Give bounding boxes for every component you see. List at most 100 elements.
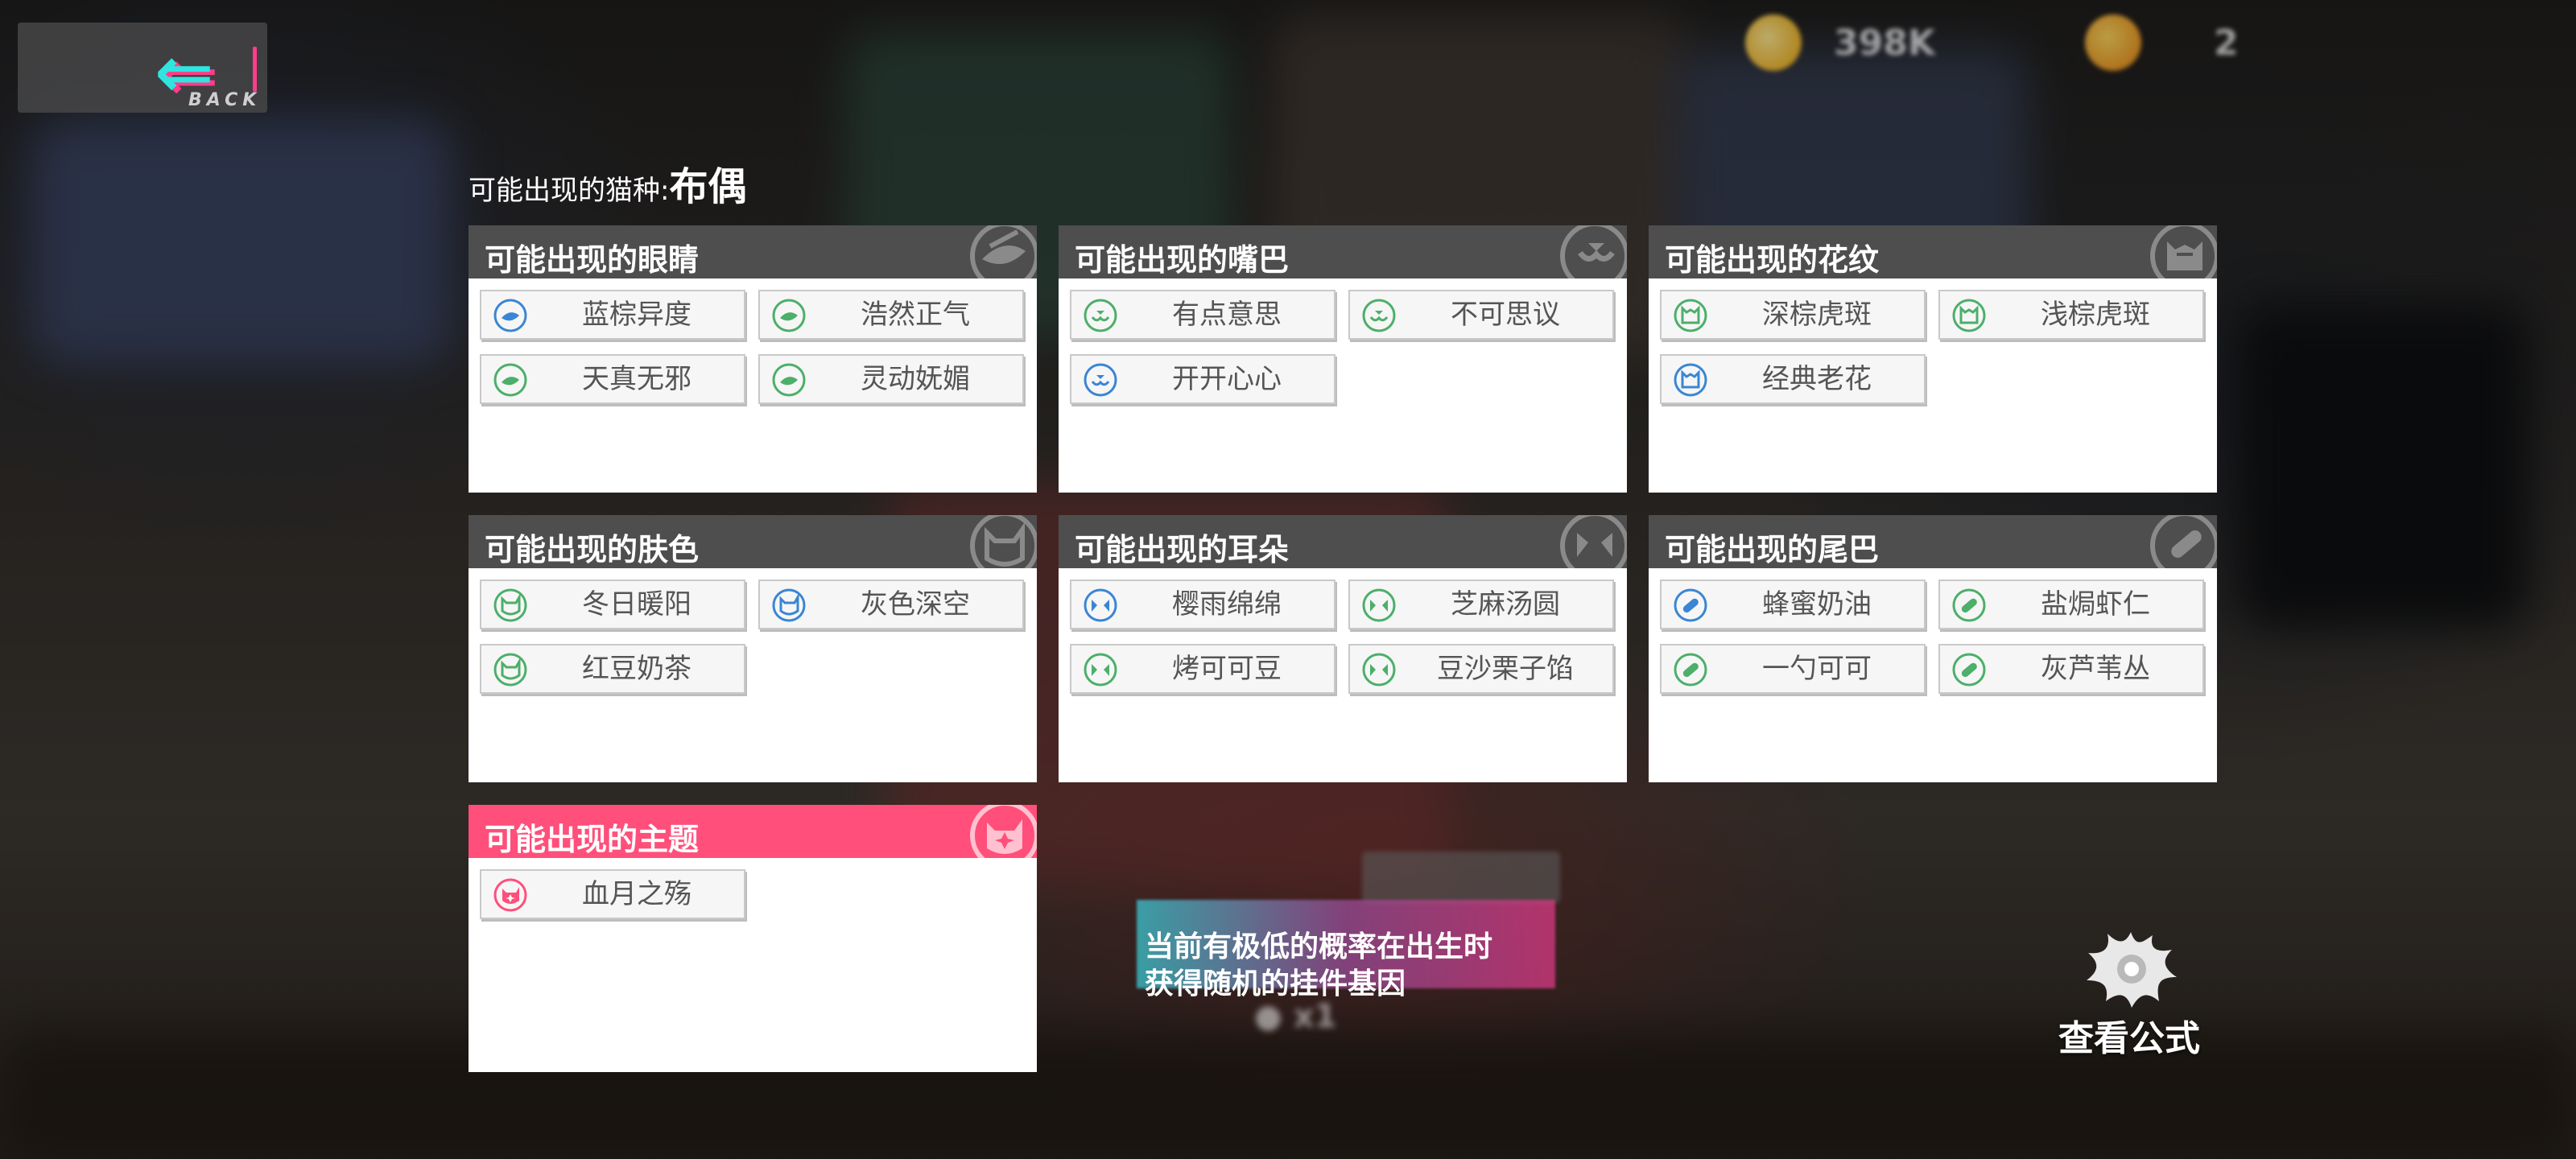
- chip-tail-3[interactable]: 一勺可可: [1660, 644, 1926, 694]
- splat-icon: [2087, 932, 2177, 1008]
- chip-label: 豆沙栗子馅: [1437, 653, 1574, 685]
- breed-label: 可能出现的猫种:: [469, 175, 670, 207]
- chip-label: 灰芦苇丛: [2041, 653, 2150, 685]
- chip-label: 不可思议: [1451, 299, 1560, 331]
- chip-skin-1[interactable]: 冬日暖阳: [480, 580, 745, 629]
- chip-pattern-2[interactable]: 浅棕虎斑: [1938, 290, 2204, 340]
- chip-label: 红豆奶茶: [582, 653, 691, 685]
- chip-label: 经典老花: [1762, 363, 1872, 395]
- panel-title: 可能出现的花纹: [1665, 242, 1880, 278]
- panel-pattern: 可能出现的花纹 深棕虎斑 浅棕虎斑 经典老花: [1649, 225, 2217, 493]
- chip-ears-2[interactable]: 芝麻汤圆: [1348, 580, 1614, 629]
- chip-label: 樱雨绵绵: [1172, 588, 1282, 621]
- tail-chip-icon: [1673, 652, 1708, 687]
- panel-eyes: 可能出现的眼睛 蓝棕异度 浩然正气 天真无邪 灵动妩媚: [469, 225, 1037, 493]
- chip-eyes-2[interactable]: 浩然正气: [758, 290, 1024, 340]
- breed-title: 可能出现的猫种:布偶: [469, 155, 746, 211]
- notice-line-1: 当前有极低的概率在出生时: [1145, 930, 1493, 963]
- chip-ears-1[interactable]: 樱雨绵绵: [1070, 580, 1335, 629]
- chip-tail-2[interactable]: 盐焗虾仁: [1938, 580, 2204, 629]
- skin-chip-icon: [493, 588, 528, 623]
- chip-ears-4[interactable]: 豆沙栗子馅: [1348, 644, 1614, 694]
- pattern-icon: [2128, 225, 2217, 278]
- background-price-tag: [1362, 852, 1560, 903]
- chip-eyes-4[interactable]: 灵动妩媚: [758, 354, 1024, 404]
- chip-label: 血月之殇: [582, 878, 691, 910]
- ear-chip-icon: [1361, 652, 1397, 687]
- eye-chip-icon: [493, 362, 528, 398]
- ear-chip-icon: [1361, 588, 1397, 623]
- ear-chip-icon: [1083, 652, 1118, 687]
- chip-eyes-1[interactable]: 蓝棕异度: [480, 290, 745, 340]
- chip-label: 蜂蜜奶油: [1762, 588, 1872, 621]
- tail-chip-icon: [1951, 652, 1987, 687]
- panel-theme: 可能出现的主题 血月之殇: [469, 805, 1037, 1072]
- ear-icon: [1538, 515, 1627, 568]
- chip-tail-1[interactable]: 蜂蜜奶油: [1660, 580, 1926, 629]
- panel-header: 可能出现的肤色: [469, 515, 1037, 568]
- coin-value: 398K: [1834, 22, 1935, 64]
- theme-chip-icon: [493, 877, 528, 913]
- view-formula-button[interactable]: 查看公式: [2053, 924, 2206, 1059]
- chip-label: 开开心心: [1172, 363, 1282, 395]
- panel-header: 可能出现的主题: [469, 805, 1037, 858]
- chip-label: 冬日暖阳: [582, 588, 691, 621]
- chip-label: 烤可可豆: [1172, 653, 1282, 685]
- panel-mouth: 可能出现的嘴巴 有点意思 不可思议 开开心心: [1059, 225, 1627, 493]
- pattern-chip-icon: [1951, 298, 1987, 333]
- chip-skin-3[interactable]: 红豆奶茶: [480, 644, 745, 694]
- breed-value: 布偶: [669, 164, 747, 209]
- back-label: BACK: [188, 90, 262, 110]
- chip-label: 深棕虎斑: [1762, 299, 1872, 331]
- skin-chip-icon: [771, 588, 807, 623]
- eye-chip-icon: [771, 362, 807, 398]
- panel-title: 可能出现的主题: [485, 822, 700, 857]
- chip-theme-1[interactable]: 血月之殇: [480, 869, 745, 919]
- panel-header: 可能出现的尾巴: [1649, 515, 2217, 568]
- chip-mouth-1[interactable]: 有点意思: [1070, 290, 1335, 340]
- chip-mouth-2[interactable]: 不可思议: [1348, 290, 1614, 340]
- panel-ears: 可能出现的耳朵 樱雨绵绵 芝麻汤圆 烤可可豆 豆沙栗子馅: [1059, 515, 1627, 782]
- panel-title: 可能出现的眼睛: [485, 242, 700, 278]
- panel-title: 可能出现的尾巴: [1665, 532, 1880, 567]
- currency-coins: 398K: [1745, 14, 1935, 71]
- currency-tokens: 2: [2085, 14, 2239, 71]
- mouth-chip-icon: [1361, 298, 1397, 333]
- chip-skin-2[interactable]: 灰色深空: [758, 580, 1024, 629]
- chip-pattern-1[interactable]: 深棕虎斑: [1660, 290, 1926, 340]
- chip-ears-3[interactable]: 烤可可豆: [1070, 644, 1335, 694]
- token-value: 2: [2214, 22, 2239, 64]
- chip-label: 盐焗虾仁: [2041, 588, 2150, 621]
- panel-title: 可能出现的嘴巴: [1075, 242, 1290, 278]
- skin-chip-icon: [493, 652, 528, 687]
- coin-icon: [1745, 14, 1802, 71]
- skin-icon: [948, 515, 1037, 568]
- panel-header: 可能出现的眼睛: [469, 225, 1037, 278]
- panel-title: 可能出现的肤色: [485, 532, 700, 567]
- view-formula-label: 查看公式: [2058, 1018, 2200, 1059]
- chip-eyes-3[interactable]: 天真无邪: [480, 354, 745, 404]
- chip-pattern-3[interactable]: 经典老花: [1660, 354, 1926, 404]
- pattern-chip-icon: [1673, 362, 1708, 398]
- back-divider: [253, 47, 257, 92]
- panel-tail: 可能出现的尾巴 蜂蜜奶油 盐焗虾仁 一勺可可 灰芦苇丛: [1649, 515, 2217, 782]
- chip-label: 一勺可可: [1762, 653, 1872, 685]
- tail-chip-icon: [1673, 588, 1708, 623]
- eye-chip-icon: [493, 298, 528, 333]
- chip-mouth-3[interactable]: 开开心心: [1070, 354, 1335, 404]
- panel-header: 可能出现的耳朵: [1059, 515, 1627, 568]
- chip-label: 芝麻汤圆: [1451, 588, 1560, 621]
- mouth-icon: [1538, 225, 1627, 278]
- chip-label: 蓝棕异度: [582, 299, 691, 331]
- tail-chip-icon: [1951, 588, 1987, 623]
- panel-title: 可能出现的耳朵: [1075, 532, 1290, 567]
- eye-icon: [948, 225, 1037, 278]
- chip-label: 灵动妩媚: [861, 363, 970, 395]
- chip-tail-4[interactable]: 灰芦苇丛: [1938, 644, 2204, 694]
- pattern-chip-icon: [1673, 298, 1708, 333]
- theme-icon: [948, 805, 1037, 858]
- token-icon: [2085, 14, 2141, 71]
- back-button[interactable]: ⇐ BACK: [18, 23, 267, 113]
- chip-label: 浩然正气: [861, 299, 970, 331]
- chip-label: 天真无邪: [582, 363, 691, 395]
